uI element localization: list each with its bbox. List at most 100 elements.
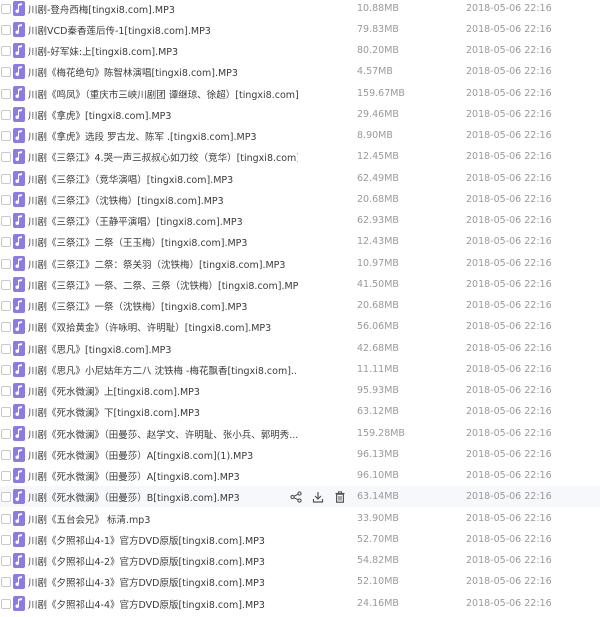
music-file-icon <box>13 107 25 122</box>
file-size: 20.68MB <box>357 300 399 311</box>
row-checkbox[interactable] <box>1 3 11 14</box>
row-checkbox[interactable] <box>1 555 11 566</box>
file-name[interactable]: 川剧《死水微澜》下[tingxi8.com].MP3 <box>28 405 298 419</box>
row-checkbox[interactable] <box>1 236 11 247</box>
file-name[interactable]: 川剧-登舟西梅[tingxi8.com].MP3 <box>28 2 298 16</box>
file-name[interactable]: 川剧《夕照祁山4-1》官方DVD原版[tingxi8.com].MP3 <box>28 533 298 547</box>
file-name[interactable]: 川剧《夕照祁山4-2》官方DVD原版[tingxi8.com].MP3 <box>28 554 298 568</box>
file-name[interactable]: 川剧-好军妹:上[tingxi8.com].MP3 <box>28 44 298 58</box>
row-checkbox[interactable] <box>1 598 11 609</box>
file-size: 11.11MB <box>357 364 399 375</box>
file-row[interactable]: 川剧《三祭江》4.哭一声三叔叔心如刀绞（竞华）[tingxi8.com]... 1… <box>0 146 600 167</box>
row-checkbox[interactable] <box>1 109 11 120</box>
row-checkbox[interactable] <box>1 470 11 481</box>
file-row[interactable]: 川剧《拿虎》[tingxi8.com].MP3 29.46MB 2018-05-06… <box>0 104 600 125</box>
file-name[interactable]: 川剧《三祭江》（王静平演唱）[tingxi8.com].MP3 <box>28 214 298 228</box>
row-checkbox[interactable] <box>1 215 11 226</box>
file-row[interactable]: 川剧-好军妹:上[tingxi8.com].MP3 80.20MB 2018-05-… <box>0 40 600 61</box>
file-row[interactable]: 川剧《夕照祁山4-4》官方DVD原版[tingxi8.com].MP3 24.16… <box>0 593 600 614</box>
row-checkbox[interactable] <box>1 321 11 332</box>
file-row[interactable]: 川剧VCD秦香莲后传-1[tingxi8.com].MP3 79.83MB 2018… <box>0 19 600 40</box>
file-name[interactable]: 川剧《三祭江》一祭、二祭、三祭（沈铁梅）[tingxi8.com].MP3 <box>28 278 298 292</box>
file-row[interactable]: 川剧-登舟西梅[tingxi8.com].MP3 10.88MB 2018-05-0… <box>0 0 600 19</box>
row-checkbox[interactable] <box>1 343 11 354</box>
music-file-icon <box>13 553 25 568</box>
file-name[interactable]: 川剧《三祭江》（竞华演唱）[tingxi8.com].MP3 <box>28 172 298 186</box>
row-checkbox[interactable] <box>1 194 11 205</box>
file-name[interactable]: 川剧《死水微澜》上[tingxi8.com].MP3 <box>28 384 298 398</box>
file-name[interactable]: 川剧《死水微澜》（田曼莎）B[tingxi8.com].MP3 <box>28 490 283 504</box>
row-checkbox[interactable] <box>1 279 11 290</box>
row-checkbox[interactable] <box>1 491 11 502</box>
download-icon[interactable] <box>310 489 325 504</box>
file-row[interactable]: 川剧《死水微澜》（田曼莎）A[tingxi8.com].MP3 96.10MB 20… <box>0 465 600 486</box>
file-row[interactable]: 川剧《死水微澜》（田曼莎）B[tingxi8.com].MP3 63.14MB 20… <box>0 486 600 507</box>
file-name[interactable]: 川剧VCD秦香莲后传-1[tingxi8.com].MP3 <box>28 23 298 37</box>
row-checkbox[interactable] <box>1 364 11 375</box>
file-row[interactable]: 川剧《三祭江》（竞华演唱）[tingxi8.com].MP3 62.49MB 201… <box>0 168 600 189</box>
file-row[interactable]: 川剧《思凡》[tingxi8.com].MP3 42.68MB 2018-05-06… <box>0 338 600 359</box>
file-row[interactable]: 川剧《三祭江》一祭、二祭、三祭（沈铁梅）[tingxi8.com].MP3 41.… <box>0 274 600 295</box>
file-name[interactable]: 川剧《三祭江》4.哭一声三叔叔心如刀绞（竞华）[tingxi8.com]... <box>28 150 298 164</box>
file-row[interactable]: 川剧《五台会兄》 标清.mp3 33.90MB 2018-05-06 22:16 <box>0 508 600 529</box>
file-date: 2018-05-06 22:16 <box>466 24 552 35</box>
row-checkbox[interactable] <box>1 576 11 587</box>
file-row[interactable]: 川剧《死水微澜》下[tingxi8.com].MP3 63.12MB 2018-05… <box>0 401 600 422</box>
row-checkbox[interactable] <box>1 173 11 184</box>
file-row[interactable]: 川剧《死水微澜》上[tingxi8.com].MP3 95.93MB 2018-05… <box>0 380 600 401</box>
row-checkbox[interactable] <box>1 66 11 77</box>
row-checkbox[interactable] <box>1 258 11 269</box>
row-checkbox[interactable] <box>1 151 11 162</box>
file-row[interactable]: 川剧《死水微澜》（田曼莎、赵学文、许明耻、张小兵、郭明秀... 159.28MB 2… <box>0 423 600 444</box>
file-size: 42.68MB <box>357 343 399 354</box>
file-row[interactable]: 川剧《死水微澜》（田曼莎）A[tingxi8.com](1).MP3 96.13M… <box>0 444 600 465</box>
file-row[interactable]: 川剧《三祭江》二祭：祭关羽（沈铁梅）[tingxi8.com].MP3 10.97… <box>0 253 600 274</box>
file-name[interactable]: 川剧《思凡》[tingxi8.com].MP3 <box>28 342 298 356</box>
file-row[interactable]: 川剧《三祭江》（王静平演唱）[tingxi8.com].MP3 62.93MB 20… <box>0 210 600 231</box>
file-name[interactable]: 川剧《鸣凤》（重庆市三峡川剧团 谭继琼、徐超）[tingxi8.com]... <box>28 87 298 101</box>
file-name[interactable]: 川剧《三祭江》（沈铁梅）[tingxi8.com].MP3 <box>28 193 298 207</box>
file-name[interactable]: 川剧《死水微澜》（田曼莎）A[tingxi8.com](1).MP3 <box>28 448 298 462</box>
file-date: 2018-05-06 22:16 <box>466 66 552 77</box>
file-row[interactable]: 川剧《思凡》小尼姑年方二八 沈铁梅 -梅花飘香[tingxi8.com]....… <box>0 359 600 380</box>
file-date: 2018-05-06 22:16 <box>466 258 552 269</box>
file-name[interactable]: 川剧《夕照祁山4-4》官方DVD原版[tingxi8.com].MP3 <box>28 597 298 611</box>
file-name[interactable]: 川剧《双拾黄金》（许咏明、许明耻）[tingxi8.com].MP3 <box>28 320 298 334</box>
file-name[interactable]: 川剧《死水微澜》（田曼莎、赵学文、许明耻、张小兵、郭明秀... <box>28 427 298 441</box>
file-name[interactable]: 川剧《拿虎》选段 罗古龙、陈军 .[tingxi8.com].MP3 <box>28 129 298 143</box>
file-row[interactable]: 川剧《三祭江》二祭（王玉梅）[tingxi8.com].MP3 12.43MB 20… <box>0 231 600 252</box>
file-row[interactable]: 川剧《梅花绝句》陈智林演唱[tingxi8.com].MP3 4.57MB 2018… <box>0 61 600 82</box>
share-icon[interactable] <box>288 489 303 504</box>
file-date: 2018-05-06 22:16 <box>466 428 552 439</box>
file-name[interactable]: 川剧《三祭江》一祭（沈铁梅）[tingxi8.com].MP3 <box>28 299 298 313</box>
file-name[interactable]: 川剧《三祭江》二祭（王玉梅）[tingxi8.com].MP3 <box>28 235 298 249</box>
file-name[interactable]: 川剧《拿虎》[tingxi8.com].MP3 <box>28 108 298 122</box>
file-name[interactable]: 川剧《梅花绝句》陈智林演唱[tingxi8.com].MP3 <box>28 65 298 79</box>
row-checkbox[interactable] <box>1 88 11 99</box>
file-row[interactable]: 川剧《三祭江》一祭（沈铁梅）[tingxi8.com].MP3 20.68MB 20… <box>0 295 600 316</box>
file-name[interactable]: 川剧《五台会兄》 标清.mp3 <box>28 512 298 526</box>
row-checkbox[interactable] <box>1 534 11 545</box>
row-checkbox[interactable] <box>1 449 11 460</box>
file-row[interactable]: 川剧《夕照祁山4-1》官方DVD原版[tingxi8.com].MP3 52.70… <box>0 529 600 550</box>
row-checkbox[interactable] <box>1 45 11 56</box>
file-row[interactable]: 川剧《拿虎》选段 罗古龙、陈军 .[tingxi8.com].MP3 8.90MB… <box>0 125 600 146</box>
file-name[interactable]: 川剧《死水微澜》（田曼莎）A[tingxi8.com].MP3 <box>28 469 298 483</box>
file-name[interactable]: 川剧《思凡》小尼姑年方二八 沈铁梅 -梅花飘香[tingxi8.com].... <box>28 363 298 377</box>
file-size: 20.68MB <box>357 194 399 205</box>
row-checkbox[interactable] <box>1 385 11 396</box>
delete-icon[interactable] <box>332 489 347 504</box>
row-checkbox[interactable] <box>1 130 11 141</box>
row-checkbox[interactable] <box>1 406 11 417</box>
file-name[interactable]: 川剧《三祭江》二祭：祭关羽（沈铁梅）[tingxi8.com].MP3 <box>28 257 298 271</box>
row-checkbox[interactable] <box>1 428 11 439</box>
file-row[interactable]: 川剧《夕照祁山4-3》官方DVD原版[tingxi8.com].MP3 52.10… <box>0 571 600 592</box>
row-checkbox[interactable] <box>1 513 11 524</box>
row-checkbox[interactable] <box>1 24 11 35</box>
file-row[interactable]: 川剧《双拾黄金》（许咏明、许明耻）[tingxi8.com].MP3 56.06M… <box>0 316 600 337</box>
row-checkbox[interactable] <box>1 300 11 311</box>
file-row[interactable]: 川剧《三祭江》（沈铁梅）[tingxi8.com].MP3 20.68MB 2018… <box>0 189 600 210</box>
file-row[interactable]: 川剧《夕照祁山4-2》官方DVD原版[tingxi8.com].MP3 54.82… <box>0 550 600 571</box>
file-row[interactable]: 川剧《鸣凤》（重庆市三峡川剧团 谭继琼、徐超）[tingxi8.com]... 1… <box>0 83 600 104</box>
file-name[interactable]: 川剧《夕照祁山4-3》官方DVD原版[tingxi8.com].MP3 <box>28 575 298 589</box>
